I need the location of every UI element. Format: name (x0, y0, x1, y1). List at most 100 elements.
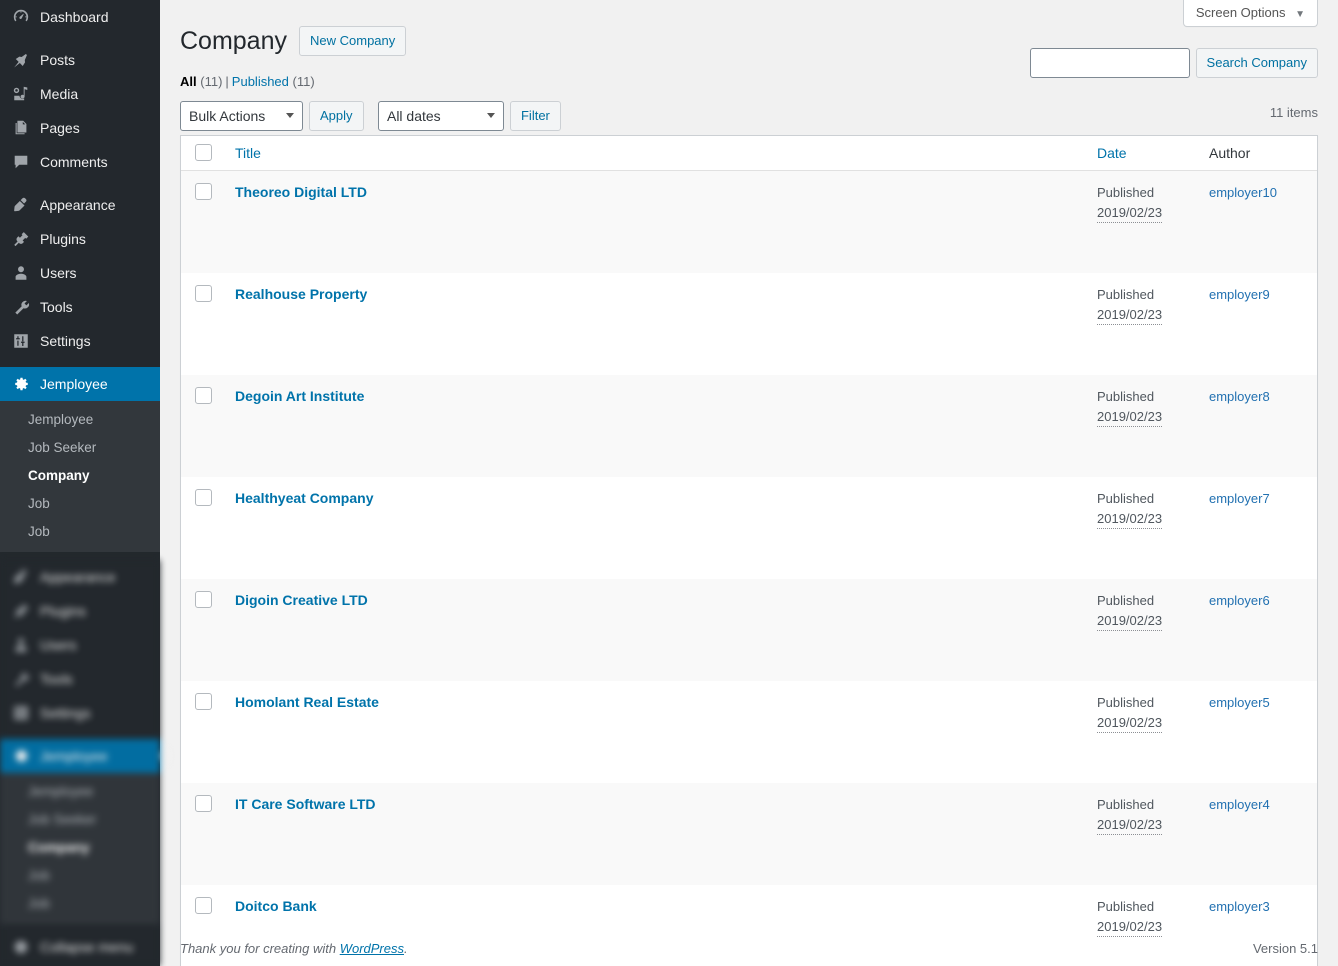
admin-sidebar: Dashboard Posts Media Pages Comments Appearan… (0, 0, 160, 966)
row-status: Published (1097, 287, 1155, 303)
row-checkbox[interactable] (195, 489, 212, 507)
wrench-icon (11, 297, 31, 317)
sidebar-item-posts[interactable]: Posts (0, 43, 160, 77)
date-filter-select[interactable]: All datesFebruary 2019 (377, 101, 504, 131)
column-header-author-label: Author (1209, 145, 1251, 161)
submenu-item-company-2[interactable]: Company (0, 462, 160, 490)
row-author-cell: employer7 (1199, 477, 1317, 580)
row-author-cell: employer5 (1199, 681, 1317, 784)
page-title: Company (180, 27, 287, 55)
filter-button[interactable]: Filter (509, 101, 561, 131)
row-author-link[interactable]: employer7 (1209, 491, 1270, 506)
select-all-checkbox-top[interactable] (195, 144, 212, 161)
row-status: Published (1097, 593, 1155, 609)
bulk-actions-select-top-wrap: Bulk ActionsEditMove to Trash (180, 101, 303, 131)
row-select-cell (181, 375, 225, 478)
sidebar-item-plugins[interactable]: Plugins (0, 222, 160, 256)
row-checkbox[interactable] (195, 183, 212, 201)
wordpress-link[interactable]: WordPress (340, 941, 404, 956)
row-author-link[interactable]: employer4 (1209, 797, 1270, 812)
sidebar-separator (0, 358, 160, 367)
sidebar-item-media[interactable]: Media (0, 77, 160, 111)
sidebar-item-settings[interactable]: Settings (0, 324, 160, 358)
row-date: 2019/02/23 (1097, 407, 1163, 428)
new-company-button[interactable]: New Company (299, 26, 407, 56)
sort-title-link-top[interactable]: Title (235, 145, 261, 161)
sidebar-item-users[interactable]: Users (0, 256, 160, 290)
row-author-link[interactable]: employer9 (1209, 287, 1270, 302)
settings-icon (11, 331, 31, 351)
row-title-link[interactable]: IT Care Software LTD (235, 796, 376, 812)
sidebar-item-jemployee[interactable]: Jemployee (0, 367, 160, 401)
row-author-link[interactable]: employer10 (1209, 185, 1277, 200)
row-title-link[interactable]: Healthyeat Company (235, 490, 373, 506)
row-status: Published (1097, 491, 1155, 507)
bulk-actions-select-top[interactable]: Bulk ActionsEditMove to Trash (180, 101, 303, 131)
search-company-button[interactable]: Search Company (1195, 48, 1318, 78)
row-select-cell (181, 681, 225, 784)
row-title-cell: Degoin Art Institute (225, 375, 1087, 478)
table-row: Realhouse Property Published 2019/02/23 emp… (181, 273, 1317, 376)
submenu-item-jemployee-0[interactable]: Jemployee (0, 406, 160, 434)
row-title-link[interactable]: Homolant Real Estate (235, 694, 379, 710)
column-header-author: Author (1199, 136, 1317, 172)
search-input[interactable] (1029, 48, 1190, 78)
view-all-link[interactable]: All (180, 74, 197, 89)
row-title-link[interactable]: Degoin Art Institute (235, 388, 364, 404)
row-author-link[interactable]: employer5 (1209, 695, 1270, 710)
view-all-count: (11) (200, 74, 223, 89)
comments-icon (11, 152, 31, 172)
row-status: Published (1097, 797, 1155, 813)
row-checkbox[interactable] (195, 387, 212, 405)
displaying-num-top: 11 items (1269, 105, 1318, 120)
table-head: Title Date Author (181, 136, 1317, 172)
tablenav-top: Bulk ActionsEditMove to Trash Apply All … (180, 101, 1318, 131)
sidebar-item-pages[interactable]: Pages (0, 111, 160, 145)
row-author-cell: employer8 (1199, 375, 1317, 478)
row-author-cell: employer10 (1199, 171, 1317, 274)
footer-thanks-suffix: . (404, 941, 408, 956)
row-date: 2019/02/23 (1097, 203, 1163, 224)
submenu-item-job-3[interactable]: Job (0, 490, 160, 518)
user-icon (11, 263, 31, 283)
gear-icon (11, 374, 31, 394)
row-date-cell: Published 2019/02/23 (1087, 477, 1199, 580)
sidebar-item-label: Jemployee (40, 376, 108, 392)
apply-button-top[interactable]: Apply (309, 101, 364, 131)
row-checkbox[interactable] (195, 897, 212, 915)
view-published-link[interactable]: Published (232, 74, 289, 89)
row-author-link[interactable]: employer3 (1209, 899, 1270, 914)
row-title-link[interactable]: Doitco Bank (235, 898, 317, 914)
row-author-cell: employer9 (1199, 273, 1317, 376)
row-author-cell: employer4 (1199, 783, 1317, 886)
row-title-link[interactable]: Digoin Creative LTD (235, 592, 368, 608)
view-published: Published (11) (232, 74, 315, 89)
sort-date-link-top[interactable]: Date (1097, 145, 1127, 161)
sidebar-separator (0, 179, 160, 188)
row-author-link[interactable]: employer6 (1209, 593, 1270, 608)
row-checkbox[interactable] (195, 285, 212, 303)
date-filter-actions: All datesFebruary 2019 Filter (377, 101, 561, 131)
dashboard-icon (11, 7, 31, 27)
row-date-cell: Published 2019/02/23 (1087, 375, 1199, 478)
sidebar-item-comments[interactable]: Comments (0, 145, 160, 179)
sidebar-item-tools[interactable]: Tools (0, 290, 160, 324)
row-title-cell: Theoreo Digital LTD (225, 171, 1087, 274)
view-published-count: (11) (292, 74, 315, 89)
row-checkbox[interactable] (195, 591, 212, 609)
footer-thanks: Thank you for creating with WordPress. (180, 941, 408, 956)
row-author-link[interactable]: employer8 (1209, 389, 1270, 404)
row-title-link[interactable]: Realhouse Property (235, 286, 367, 302)
row-checkbox[interactable] (195, 795, 212, 813)
row-checkbox[interactable] (195, 693, 212, 711)
sidebar-item-appearance[interactable]: Appearance (0, 188, 160, 222)
sidebar-item-dashboard[interactable]: Dashboard (0, 0, 160, 34)
row-title-link[interactable]: Theoreo Digital LTD (235, 184, 367, 200)
sidebar-item-label: Users (40, 265, 77, 281)
submenu-item-job-seeker-1[interactable]: Job Seeker (0, 434, 160, 462)
row-select-cell (181, 477, 225, 580)
sidebar-item-label: Comments (40, 154, 108, 170)
submenu-item-job-4[interactable]: Job (0, 518, 160, 546)
row-title-cell: Homolant Real Estate (225, 681, 1087, 784)
table-row: Homolant Real Estate Published 2019/02/23 e… (181, 681, 1317, 784)
